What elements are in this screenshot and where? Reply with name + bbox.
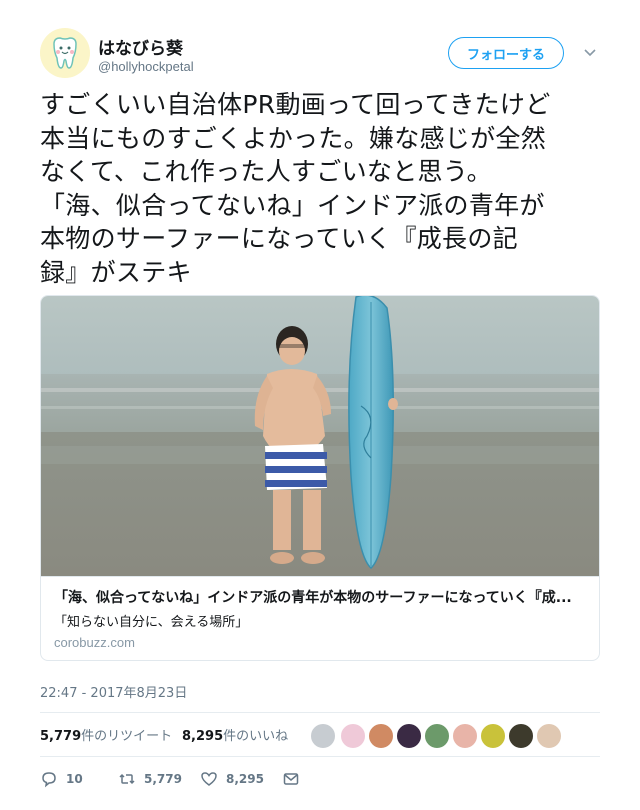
liker-avatar[interactable] — [310, 723, 336, 749]
liker-avatar[interactable] — [452, 723, 478, 749]
liker-avatar[interactable] — [536, 723, 562, 749]
retweet-button[interactable]: 5,779 — [118, 770, 182, 788]
follow-button[interactable]: フォローする — [448, 37, 564, 69]
tweet-text-line: 「海、似合ってないね」インドア派の青年が — [40, 190, 545, 220]
card-title[interactable]: 「海、似合ってないね」インドア派の青年が本物のサーファーになっていく『成... — [54, 587, 584, 607]
tweet-text: すごくいい自治体PR動画って回ってきたけど 本当にものすごくよかった。嫌な感じが… — [40, 88, 610, 289]
reply-icon — [42, 772, 56, 788]
divider — [40, 756, 600, 757]
link-card[interactable]: 「海、似合ってないね」インドア派の青年が本物のサーファーになっていく『成... … — [40, 295, 600, 661]
retweet-stat[interactable]: 5,779件のリツイート — [40, 725, 172, 744]
retweet-stat-count: 5,779 — [40, 729, 82, 744]
avatar[interactable] — [40, 28, 90, 78]
like-stat-label: 件のいいね — [223, 729, 289, 744]
like-count: 8,295 — [226, 772, 264, 786]
tweet-text-line: すごくいい自治体PR動画って回ってきたけど — [40, 90, 551, 119]
retweet-stat-label: 件のリツイート — [81, 729, 173, 744]
card-body[interactable]: 「海、似合ってないね」インドア派の青年が本物のサーファーになっていく『成... … — [41, 576, 599, 660]
liker-avatar[interactable] — [480, 723, 506, 749]
heart-icon — [201, 772, 217, 786]
tweet-timestamp[interactable]: 22:47 - 2017年8月23日 — [40, 682, 187, 701]
liker-avatar[interactable] — [368, 723, 394, 749]
divider — [40, 712, 600, 713]
card-image[interactable] — [41, 296, 599, 576]
liker-avatar[interactable] — [424, 723, 450, 749]
like-button[interactable]: 8,295 — [200, 770, 264, 788]
tweet-text-line: 本物のサーファーになっていく『成長の記 — [40, 224, 518, 253]
like-stat[interactable]: 8,295件のいいね — [182, 725, 288, 744]
chevron-down-icon[interactable] — [580, 42, 600, 62]
tweet-text-line: 本当にものすごくよかった。嫌な感じが全然 — [40, 123, 547, 153]
tweet-header: はなびら葵 @hollyhockpetal フォローする — [40, 28, 610, 80]
liker-avatar[interactable] — [508, 723, 534, 749]
tweet-text-line: 録』がステキ — [40, 257, 192, 287]
tweet-text-line: なくて、これ作った人すごいなと思う。 — [40, 157, 492, 186]
liker-avatar[interactable] — [340, 723, 366, 749]
retweet-icon — [119, 773, 135, 785]
envelope-icon — [283, 773, 299, 785]
reply-count: 10 — [66, 772, 83, 786]
liker-avatar[interactable] — [396, 723, 422, 749]
card-description: 「知らない自分に、会える場所」 — [54, 615, 249, 630]
tooth-avatar-icon — [40, 28, 90, 78]
reply-button[interactable]: 10 — [40, 770, 83, 788]
like-stat-count: 8,295 — [182, 729, 224, 744]
user-handle[interactable]: @hollyhockpetal — [98, 59, 194, 74]
retweet-count: 5,779 — [144, 772, 182, 786]
display-name[interactable]: はなびら葵 — [98, 34, 183, 59]
direct-message-button[interactable] — [282, 770, 300, 788]
card-domain: corobuzz.com — [54, 635, 135, 650]
